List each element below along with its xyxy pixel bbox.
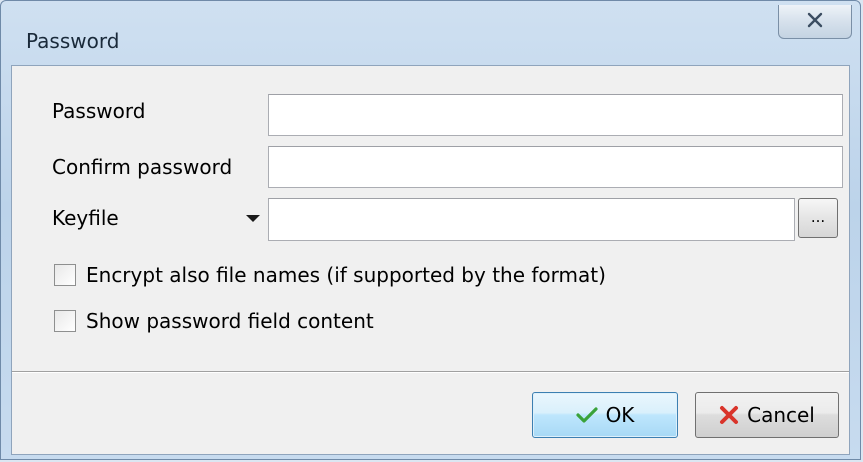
dialog-body: Password Confirm password Keyfile ... En… (11, 65, 850, 455)
keyfile-label: Keyfile (52, 206, 119, 230)
x-icon (719, 405, 739, 425)
cancel-label: Cancel (747, 403, 815, 427)
title-bar[interactable]: Password (1, 1, 860, 65)
encrypt-file-names-label: Encrypt also file names (if supported by… (86, 263, 606, 287)
confirm-password-label: Confirm password (52, 155, 233, 179)
encrypt-file-names-checkbox[interactable] (54, 264, 76, 286)
keyfile-input[interactable] (268, 198, 795, 241)
ok-label: OK (605, 403, 635, 427)
encrypt-file-names-option[interactable]: Encrypt also file names (if supported by… (54, 263, 606, 287)
browse-keyfile-button[interactable]: ... (798, 198, 838, 238)
close-button[interactable] (778, 5, 852, 39)
password-dialog: Password Password Confirm password Keyfi… (0, 0, 861, 460)
close-icon (806, 10, 824, 34)
confirm-password-input[interactable] (268, 146, 843, 188)
chevron-down-icon[interactable] (246, 215, 260, 222)
window-title: Password (26, 29, 120, 53)
check-icon (575, 406, 598, 424)
show-password-option[interactable]: Show password field content (54, 309, 374, 333)
password-label: Password (52, 99, 146, 123)
cancel-button[interactable]: Cancel (695, 392, 839, 438)
show-password-label: Show password field content (86, 309, 374, 333)
button-separator (12, 371, 849, 373)
ok-button[interactable]: OK (532, 392, 678, 438)
show-password-checkbox[interactable] (54, 310, 76, 332)
password-input[interactable] (268, 94, 843, 136)
